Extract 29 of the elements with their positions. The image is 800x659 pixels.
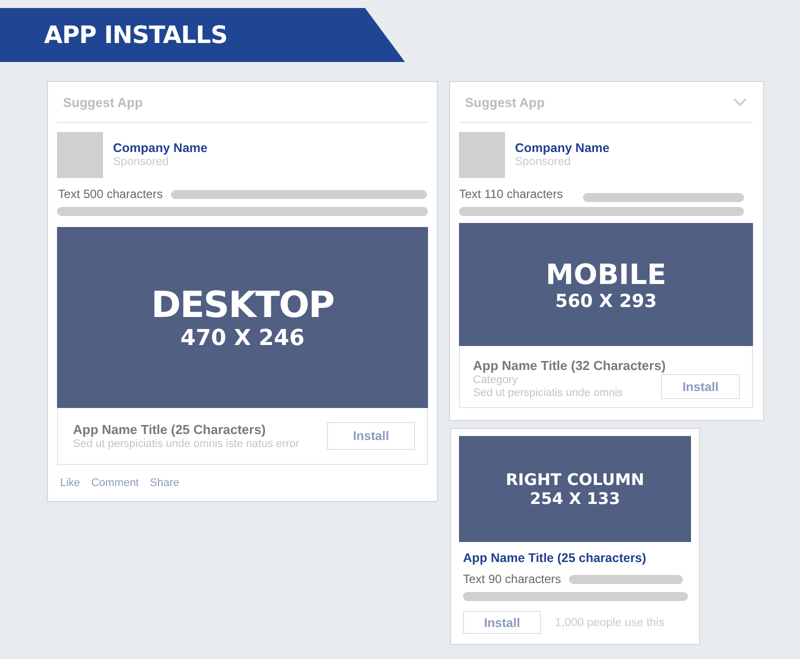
app-category: Category bbox=[473, 374, 519, 386]
action-link[interactable]: Comment bbox=[91, 477, 139, 489]
chevron-down-icon[interactable] bbox=[733, 98, 747, 106]
ad-text: Text 110 characters bbox=[459, 187, 563, 201]
placeholder-size: 470 X 246 bbox=[180, 326, 305, 350]
ad-text: Text 500 characters bbox=[58, 187, 163, 201]
placeholder-label: RIGHT COLUMN bbox=[506, 470, 644, 489]
placeholder-size: 254 X 133 bbox=[530, 489, 620, 508]
placeholder-label: DESKTOP bbox=[151, 284, 334, 326]
app-title[interactable]: App Name Title (25 characters) bbox=[459, 551, 691, 565]
app-description: Sed ut perspiciatis unde omnis bbox=[473, 387, 624, 399]
action-link[interactable]: Like bbox=[60, 477, 80, 489]
card-header: Suggest App bbox=[63, 94, 143, 110]
placeholder-size: 560 X 293 bbox=[555, 290, 657, 312]
install-button[interactable]: Install bbox=[661, 374, 740, 399]
app-title: App Name Title (25 Characters) bbox=[73, 422, 267, 437]
banner-title: APP INSTALLS bbox=[44, 21, 228, 49]
app-title: App Name Title (32 Characters) bbox=[473, 358, 667, 373]
action-link[interactable]: Share bbox=[150, 477, 180, 489]
avatar-placeholder bbox=[57, 132, 103, 178]
install-button[interactable]: Install bbox=[327, 422, 415, 450]
placeholder-label: MOBILE bbox=[546, 258, 666, 290]
avatar-placeholder bbox=[459, 132, 505, 178]
company-name[interactable]: Company Name bbox=[113, 141, 208, 155]
company-name[interactable]: Company Name bbox=[515, 141, 610, 155]
install-button[interactable]: Install bbox=[463, 611, 541, 634]
ad-text: Text 90 characters bbox=[463, 572, 562, 586]
app-description: Sed ut perspiciatis unde omnis iste natus error bbox=[73, 438, 300, 450]
card-header: Suggest App bbox=[465, 94, 545, 110]
